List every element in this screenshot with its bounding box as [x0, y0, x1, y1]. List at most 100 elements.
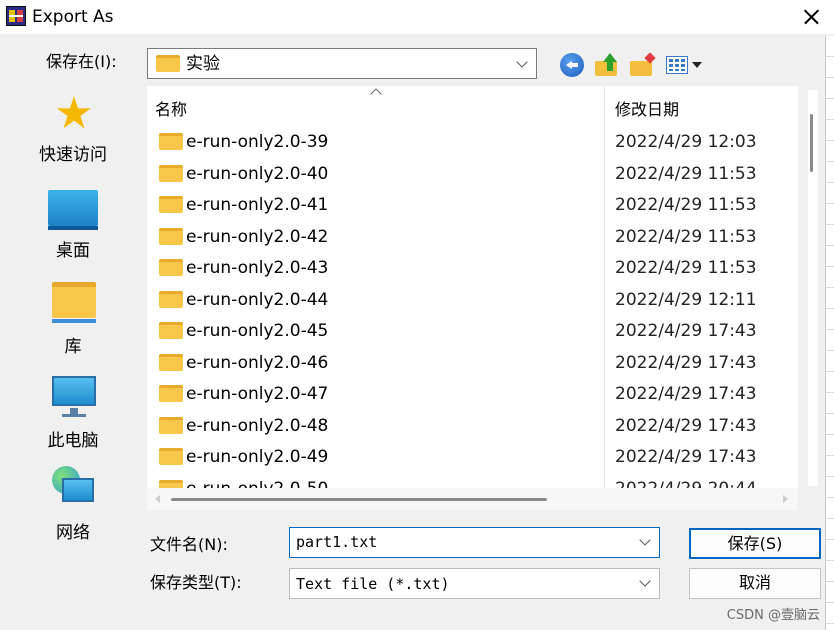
save-in-dropdown[interactable]: 实验: [147, 48, 537, 79]
file-row[interactable]: e-run-only2.0-39 2022/4/29 12:03: [147, 126, 798, 158]
file-date: 2022/4/29 11:53: [615, 163, 757, 184]
view-menu-icon[interactable]: [666, 56, 688, 74]
file-name: e-run-only2.0-41: [186, 195, 329, 215]
file-row[interactable]: e-run-only2.0-47 2022/4/29 17:43: [147, 378, 798, 410]
caret-down-icon[interactable]: [692, 62, 702, 68]
new-folder-icon[interactable]: [630, 52, 656, 77]
folder-icon: [159, 259, 183, 276]
file-row[interactable]: e-run-only2.0-46 2022/4/29 17:43: [147, 347, 798, 379]
file-name: e-run-only2.0-44: [186, 289, 329, 310]
file-date: 2022/4/29 12:03: [615, 132, 757, 152]
file-name: e-run-only2.0-40: [186, 163, 329, 184]
folder-icon: [159, 353, 183, 371]
file-row[interactable]: e-run-only2.0-50 2022/4/29 20:44: [147, 473, 798, 489]
folder-icon: [159, 164, 183, 182]
file-name: e-run-only2.0-46: [186, 352, 329, 373]
chevron-down-icon[interactable]: [639, 534, 651, 546]
vertical-scrollbar[interactable]: [808, 90, 818, 486]
background-edge: [825, 36, 834, 630]
computer-icon: [52, 376, 96, 417]
filename-value: part1.txt: [296, 533, 378, 551]
folder-icon: [159, 479, 183, 488]
places-bar: ★ 快速访问 桌面 库 此电脑 网络: [0, 86, 146, 556]
app-icon: [6, 6, 26, 26]
network-icon: [52, 466, 96, 506]
file-name: e-run-only2.0-43: [186, 258, 329, 278]
scroll-left-icon[interactable]: [155, 495, 160, 503]
file-row[interactable]: e-run-only2.0-43 2022/4/29 11:53: [147, 252, 798, 284]
scrollbar-thumb[interactable]: [171, 498, 547, 501]
file-date: 2022/4/29 17:43: [615, 321, 757, 341]
folder-icon: [159, 322, 183, 339]
cancel-button[interactable]: 取消: [689, 568, 821, 599]
file-name: e-run-only2.0-39: [186, 132, 329, 152]
place-label: 桌面: [56, 241, 90, 261]
file-row[interactable]: e-run-only2.0-45 2022/4/29 17:43: [147, 315, 798, 347]
folder-icon: [159, 385, 183, 402]
desktop-icon: [48, 190, 98, 230]
place-quick-access[interactable]: ★ 快速访问: [8, 86, 138, 174]
place-network[interactable]: 网络: [8, 464, 138, 552]
place-this-pc[interactable]: 此电脑: [8, 372, 138, 460]
folder-icon: [159, 416, 183, 434]
column-header-name[interactable]: 名称: [155, 96, 187, 120]
file-date: 2022/4/29 11:53: [615, 195, 757, 215]
star-icon: ★: [54, 88, 94, 139]
file-date: 2022/4/29 17:43: [615, 415, 757, 436]
save-in-value: 实验: [186, 54, 220, 74]
file-name: e-run-only2.0-50: [186, 478, 328, 489]
window-title: Export As: [32, 7, 114, 27]
back-icon[interactable]: [560, 53, 584, 77]
folder-icon: [159, 196, 183, 213]
column-header-date[interactable]: 修改日期: [615, 96, 679, 120]
folder-icon: [159, 227, 183, 245]
folder-icon: [159, 290, 183, 308]
file-row[interactable]: e-run-only2.0-48 2022/4/29 17:43: [147, 410, 798, 442]
place-label: 此电脑: [47, 431, 99, 451]
title-bar: Export As: [0, 0, 834, 34]
file-name: e-run-only2.0-47: [186, 384, 329, 404]
filetype-select[interactable]: Text file (*.txt): [289, 568, 660, 599]
file-date: 2022/4/29 17:43: [615, 352, 757, 373]
scrollbar-thumb[interactable]: [810, 114, 813, 172]
file-date: 2022/4/29 11:53: [615, 258, 757, 278]
chevron-down-icon: [516, 56, 528, 68]
scroll-right-icon[interactable]: [783, 495, 788, 503]
place-label: 库: [64, 337, 82, 357]
filetype-value: Text file (*.txt): [296, 575, 450, 593]
save-in-label: 保存在(I):: [46, 52, 117, 71]
file-row[interactable]: e-run-only2.0-42 2022/4/29 11:53: [147, 221, 798, 253]
file-date: 2022/4/29 17:43: [615, 384, 757, 404]
file-name: e-run-only2.0-48: [186, 415, 329, 436]
up-folder-icon[interactable]: [595, 53, 619, 77]
horizontal-scrollbar[interactable]: [147, 488, 798, 510]
file-name: e-run-only2.0-49: [186, 447, 329, 467]
file-row[interactable]: e-run-only2.0-49 2022/4/29 17:43: [147, 441, 798, 473]
close-button[interactable]: [788, 0, 834, 34]
place-label: 网络: [56, 523, 90, 543]
file-name: e-run-only2.0-45: [186, 321, 329, 341]
folder-icon: [159, 448, 183, 465]
file-date: 2022/4/29 20:44: [615, 478, 757, 489]
file-row[interactable]: e-run-only2.0-41 2022/4/29 11:53: [147, 189, 798, 221]
file-rows: e-run-only2.0-39 2022/4/29 12:03 e-run-onl…: [147, 126, 798, 488]
place-library[interactable]: 库: [8, 278, 138, 366]
file-row[interactable]: e-run-only2.0-44 2022/4/29 12:11: [147, 284, 798, 316]
save-button[interactable]: 保存(S): [689, 528, 821, 559]
chevron-down-icon: [639, 575, 651, 587]
file-date: 2022/4/29 12:11: [615, 289, 757, 310]
file-date: 2022/4/29 11:53: [615, 226, 757, 247]
file-date: 2022/4/29 17:43: [615, 447, 757, 467]
sort-ascending-icon: [370, 88, 382, 100]
file-row[interactable]: e-run-only2.0-40 2022/4/29 11:53: [147, 158, 798, 190]
filename-input[interactable]: part1.txt: [289, 527, 660, 558]
watermark: CSDN @壹脑云: [726, 608, 820, 623]
place-label: 快速访问: [39, 145, 107, 165]
folder-icon: [156, 55, 180, 72]
place-desktop[interactable]: 桌面: [8, 182, 138, 270]
file-list[interactable]: 名称 修改日期 e-run-only2.0-39 2022/4/29 12:03 e…: [147, 86, 798, 488]
file-name: e-run-only2.0-42: [186, 226, 329, 247]
folder-icon: [159, 133, 183, 150]
export-dialog: Export As 保存在(I): 实验 ★ 快速访问 桌面 库 此电脑 网络 …: [0, 0, 834, 630]
filename-label: 文件名(N):: [150, 535, 228, 554]
